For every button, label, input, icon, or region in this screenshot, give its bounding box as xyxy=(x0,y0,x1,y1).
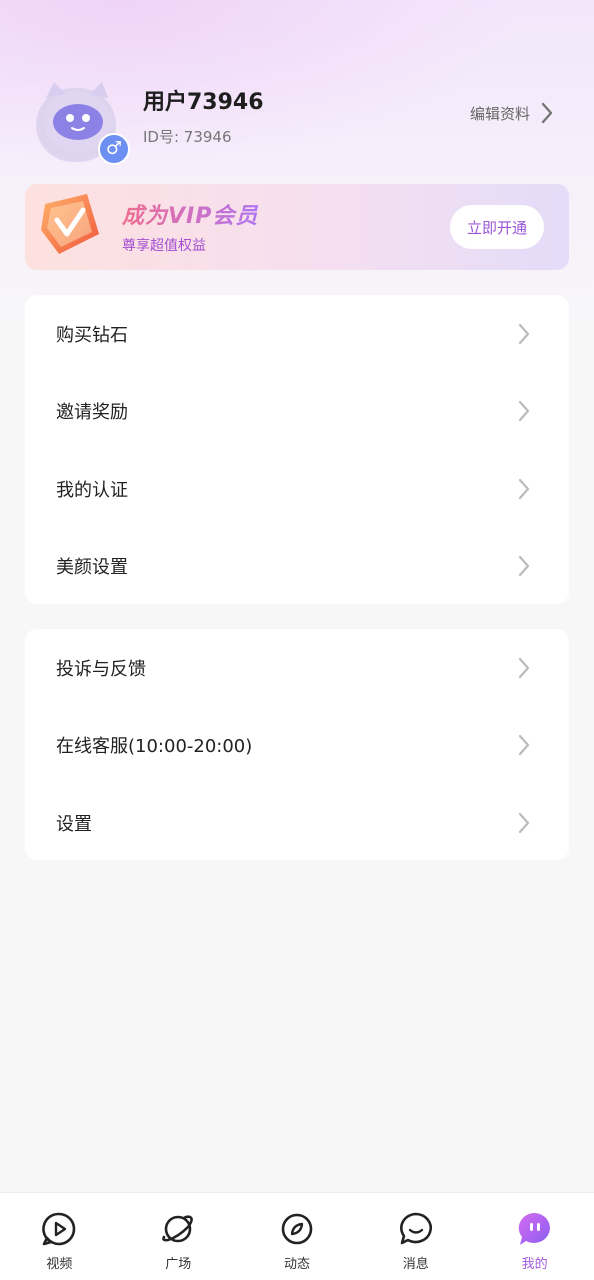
menu-card-primary: 购买钻石 邀请奖励 我的认证 美颜设置 xyxy=(25,295,569,604)
chevron-right-icon xyxy=(517,554,531,578)
menu-item-label: 在线客服(10:00-20:00) xyxy=(56,736,253,758)
video-play-icon xyxy=(41,1211,77,1247)
vip-badge-icon xyxy=(41,194,99,254)
menu-item-beauty-settings[interactable]: 美颜设置 xyxy=(25,528,569,606)
vip-banner[interactable]: 成为VIP会员 尊享超值权益 立即开通 xyxy=(25,184,569,270)
menu-item-invite-rewards[interactable]: 邀请奖励 xyxy=(25,373,569,451)
edit-profile-label: 编辑资料 xyxy=(470,104,531,123)
chevron-right-icon xyxy=(517,322,531,346)
nav-label: 我的 xyxy=(521,1257,548,1272)
menu-item-customer-service[interactable]: 在线客服(10:00-20:00) xyxy=(25,707,569,785)
nav-tab-video[interactable]: 视频 xyxy=(0,1193,119,1280)
menu-item-label: 购买钻石 xyxy=(56,324,128,346)
nav-tab-me[interactable]: 我的 xyxy=(475,1193,594,1280)
nav-label: 视频 xyxy=(46,1257,73,1272)
menu-item-settings[interactable]: 设置 xyxy=(25,784,569,862)
nav-label: 动态 xyxy=(283,1257,310,1272)
chevron-right-icon xyxy=(517,656,531,680)
menu-item-label: 设置 xyxy=(56,813,92,835)
menu-item-label: 我的认证 xyxy=(56,479,128,501)
chevron-right-icon xyxy=(517,811,531,835)
nav-label: 广场 xyxy=(165,1257,192,1272)
profile-header: ♂ 用户73946 ID号: 73946 编辑资料 xyxy=(0,0,594,180)
menu-item-feedback[interactable]: 投诉与反馈 xyxy=(25,629,569,707)
me-icon xyxy=(517,1211,553,1247)
menu-item-my-verification[interactable]: 我的认证 xyxy=(25,450,569,528)
nav-tab-square[interactable]: 广场 xyxy=(119,1193,238,1280)
menu-item-label: 投诉与反馈 xyxy=(56,658,146,680)
nav-tab-messages[interactable]: 消息 xyxy=(356,1193,475,1280)
vip-activate-button[interactable]: 立即开通 xyxy=(450,205,544,249)
user-id: ID号: 73946 xyxy=(143,128,232,146)
chat-bubble-icon xyxy=(398,1211,434,1247)
planet-icon xyxy=(160,1211,196,1247)
chevron-right-icon xyxy=(517,399,531,423)
menu-item-label: 美颜设置 xyxy=(56,557,128,579)
chevron-right-icon xyxy=(517,477,531,501)
vip-title: 成为VIP会员 xyxy=(122,198,258,230)
nav-tab-moments[interactable]: 动态 xyxy=(238,1193,357,1280)
chevron-right-icon xyxy=(540,101,554,125)
bottom-nav: 视频 广场 动态 消息 我的 xyxy=(0,1192,594,1280)
menu-item-buy-diamonds[interactable]: 购买钻石 xyxy=(25,295,569,373)
chevron-right-icon xyxy=(517,733,531,757)
compass-icon xyxy=(279,1211,315,1247)
edit-profile-button[interactable]: 编辑资料 xyxy=(470,100,554,126)
vip-subtitle: 尊享超值权益 xyxy=(122,238,206,254)
menu-item-label: 邀请奖励 xyxy=(56,402,128,424)
nav-label: 消息 xyxy=(402,1257,429,1272)
gender-male-icon: ♂ xyxy=(98,133,130,165)
menu-card-secondary: 投诉与反馈 在线客服(10:00-20:00) 设置 xyxy=(25,629,569,860)
username: 用户73946 xyxy=(143,90,264,115)
